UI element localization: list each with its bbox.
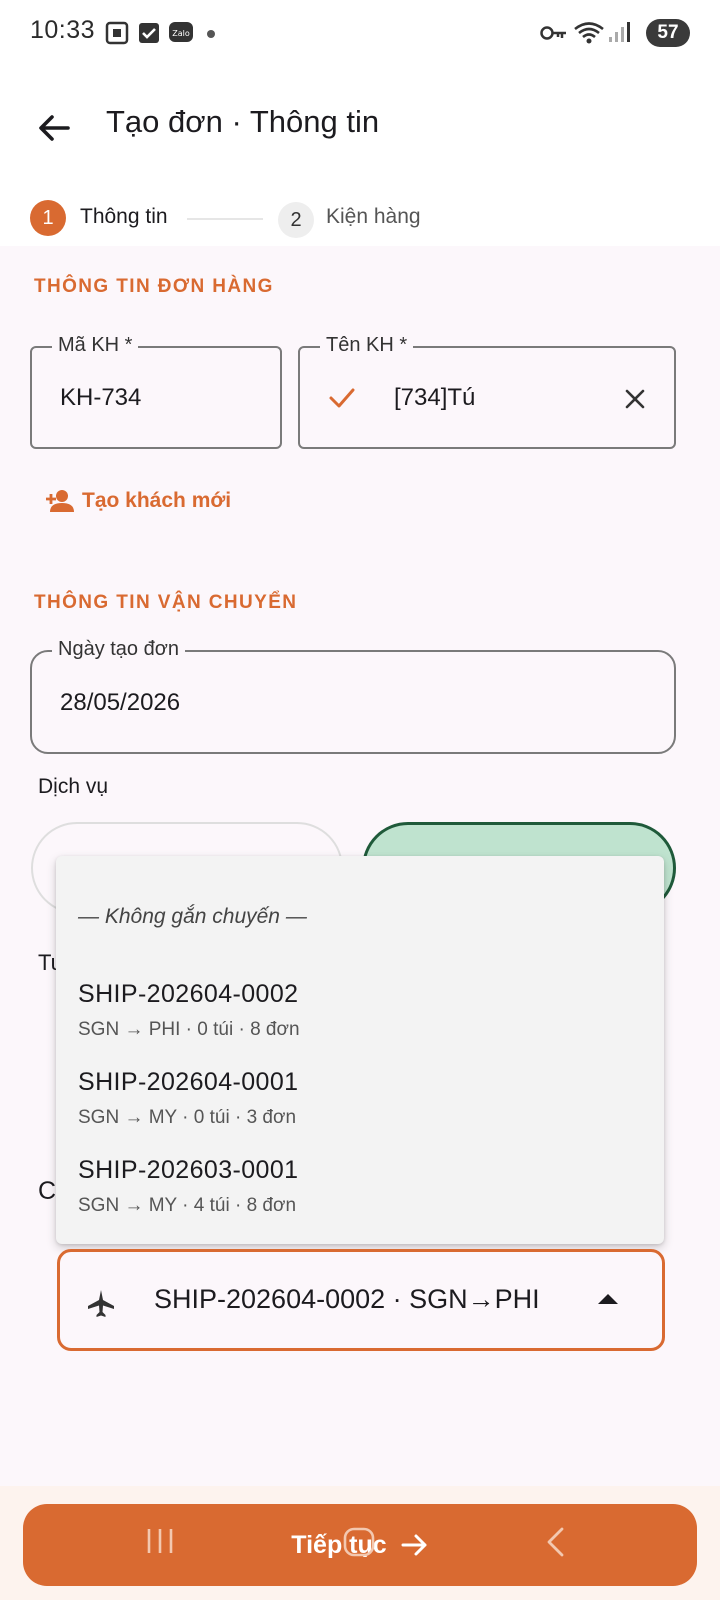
order-date-value[interactable]: 28/05/2026 bbox=[60, 689, 180, 717]
clear-icon[interactable] bbox=[622, 386, 648, 412]
shipment-code: SHIP-202603-0001 bbox=[78, 1156, 299, 1184]
customer-code-label: Mã KH * bbox=[52, 334, 139, 357]
home-nav-icon[interactable] bbox=[342, 1526, 376, 1563]
menu-item-shipment[interactable]: SHIP-202604-0001 SGN → MY · 0 túi · 3 đơ… bbox=[56, 1056, 664, 1142]
menu-item-no-shipment[interactable]: — Không gắn chuyến — bbox=[78, 905, 307, 929]
shipment-code: SHIP-202604-0001 bbox=[78, 1068, 299, 1096]
step-1-label[interactable]: Thông tin bbox=[80, 205, 168, 229]
customer-code-value[interactable]: KH-734 bbox=[60, 384, 141, 412]
check-icon bbox=[328, 386, 356, 415]
signal-icon bbox=[607, 20, 631, 49]
back-button[interactable] bbox=[30, 104, 78, 152]
zalo-icon: Zalo bbox=[168, 21, 194, 50]
back-nav-icon[interactable] bbox=[542, 1526, 568, 1563]
shipment-detail: SGN → PHI · 0 túi · 8 đơn bbox=[78, 1019, 300, 1040]
customer-name-label: Tên KH * bbox=[320, 334, 414, 357]
person-add-icon[interactable] bbox=[44, 488, 76, 519]
screenshot-icon bbox=[104, 20, 130, 51]
shipping-section-title: THÔNG TIN VẬN CHUYỂN bbox=[34, 592, 298, 613]
checkbox-icon bbox=[138, 22, 160, 49]
service-label: Dịch vụ bbox=[38, 775, 109, 798]
arrow-left-icon bbox=[39, 115, 70, 141]
create-customer-link[interactable]: Tạo khách mới bbox=[82, 489, 231, 513]
airplane-icon bbox=[86, 1288, 116, 1323]
shipment-dropdown-menu: — Không gắn chuyến — SHIP-202604-0002 SG… bbox=[56, 856, 664, 1244]
partial-label-c: C bbox=[38, 1177, 57, 1205]
battery-indicator: 57 bbox=[646, 19, 690, 47]
order-section-title: THÔNG TIN ĐƠN HÀNG bbox=[34, 276, 274, 297]
customer-name-value[interactable]: [734]Tú bbox=[394, 384, 475, 412]
dot-icon bbox=[207, 30, 215, 38]
step-2-label[interactable]: Kiện hàng bbox=[326, 205, 421, 229]
status-time: 10:33 bbox=[30, 16, 96, 44]
key-icon bbox=[540, 24, 568, 47]
step-1-circle[interactable]: 1 bbox=[30, 200, 66, 236]
step-2-circle[interactable]: 2 bbox=[278, 202, 314, 238]
shipment-detail: SGN → MY · 4 túi · 8 đơn bbox=[78, 1195, 297, 1216]
page-title: Tạo đơn · Thông tin bbox=[106, 104, 380, 139]
svg-text:Zalo: Zalo bbox=[172, 29, 190, 38]
wifi-icon bbox=[573, 20, 605, 51]
shipment-select-value[interactable]: SHIP-202604-0002 · SGN→PHI bbox=[154, 1284, 570, 1315]
shipment-detail: SGN → MY · 0 túi · 3 đơn bbox=[78, 1107, 297, 1128]
arrow-right-icon bbox=[401, 1534, 427, 1556]
stepper-connector bbox=[187, 218, 263, 220]
order-date-label: Ngày tạo đơn bbox=[52, 638, 185, 661]
recent-apps-nav-icon[interactable] bbox=[144, 1526, 176, 1561]
dropdown-arrow-up-icon[interactable] bbox=[596, 1290, 620, 1311]
shipment-code: SHIP-202604-0002 bbox=[78, 980, 299, 1008]
menu-item-shipment[interactable]: SHIP-202604-0002 SGN → PHI · 0 túi · 8 đ… bbox=[56, 968, 664, 1054]
menu-item-shipment[interactable]: SHIP-202603-0001 SGN → MY · 4 túi · 8 đơ… bbox=[56, 1144, 664, 1230]
